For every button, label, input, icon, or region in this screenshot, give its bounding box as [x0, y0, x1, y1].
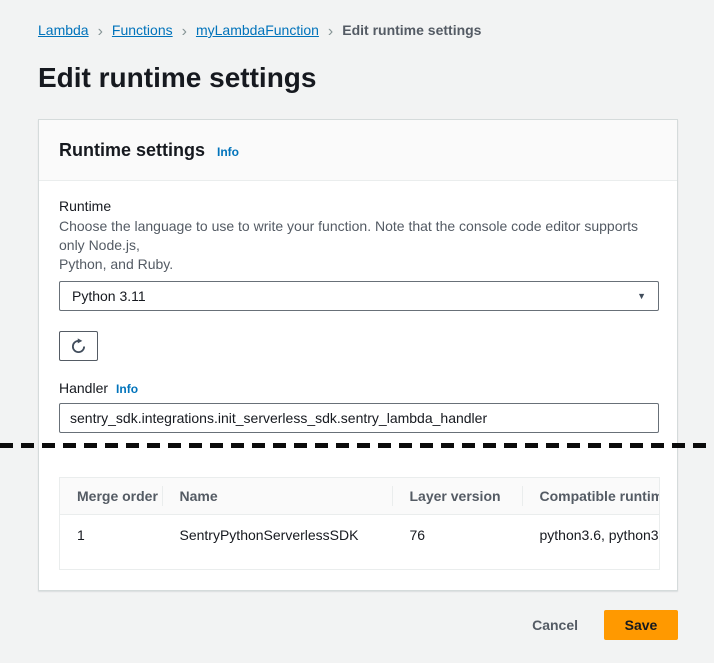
refresh-runtimes-button[interactable]	[59, 331, 98, 361]
column-header-layer-version: Layer version	[392, 478, 522, 515]
handler-label-row: Handler Info	[59, 379, 657, 397]
breadcrumb-separator-icon: ›	[98, 23, 103, 41]
handler-info-link[interactable]: Info	[116, 382, 138, 396]
column-header-compatible-runtimes: Compatible runtimes	[522, 478, 660, 515]
panel-header: Runtime settings Info	[39, 120, 677, 181]
breadcrumb-current-page: Edit runtime settings	[342, 22, 481, 38]
handler-input[interactable]	[59, 403, 659, 433]
layers-table-header-row: Merge order Name Layer version Compatibl…	[60, 478, 660, 515]
runtime-label: Runtime	[59, 197, 657, 215]
refresh-icon	[70, 338, 87, 355]
chevron-down-icon: ▼	[637, 291, 646, 301]
panel-info-link[interactable]: Info	[217, 145, 239, 159]
cell-merge-order: 1	[60, 515, 162, 570]
cancel-button[interactable]: Cancel	[522, 611, 588, 639]
layers-table: Merge order Name Layer version Compatibl…	[59, 477, 660, 570]
page-title: Edit runtime settings	[38, 61, 678, 94]
breadcrumb: Lambda › Functions › myLambdaFunction › …	[38, 22, 678, 40]
page: Lambda › Functions › myLambdaFunction › …	[0, 22, 714, 663]
panel-title: Runtime settings	[59, 139, 205, 161]
runtime-description: Choose the language to use to write your…	[59, 217, 657, 274]
runtime-select-value: Python 3.11	[72, 288, 146, 304]
runtime-description-line2: Python, and Ruby.	[59, 255, 657, 274]
runtime-settings-panel: Runtime settings Info Runtime Choose the…	[38, 119, 678, 591]
save-button[interactable]: Save	[604, 610, 678, 640]
column-header-merge-order: Merge order	[60, 478, 162, 515]
runtime-select[interactable]: Python 3.11 ▼	[59, 281, 659, 311]
breadcrumb-link-mylambdafunction[interactable]: myLambdaFunction	[196, 22, 319, 38]
cell-name: SentryPythonServerlessSDK	[162, 515, 392, 570]
runtime-description-line1: Choose the language to use to write your…	[59, 217, 657, 255]
panel-body: Runtime Choose the language to use to wr…	[39, 181, 677, 590]
table-row: 1 SentryPythonServerlessSDK 76 python3.6…	[60, 515, 660, 570]
breadcrumb-link-functions[interactable]: Functions	[112, 22, 173, 38]
column-header-name: Name	[162, 478, 392, 515]
form-actions: Cancel Save	[0, 610, 678, 640]
handler-label: Handler	[59, 379, 108, 397]
breadcrumb-separator-icon: ›	[182, 23, 187, 41]
breadcrumb-link-lambda[interactable]: Lambda	[38, 22, 89, 38]
breadcrumb-separator-icon: ›	[328, 23, 333, 41]
cell-compatible-runtimes: python3.6, python3.7	[522, 515, 660, 570]
cell-layer-version: 76	[392, 515, 522, 570]
